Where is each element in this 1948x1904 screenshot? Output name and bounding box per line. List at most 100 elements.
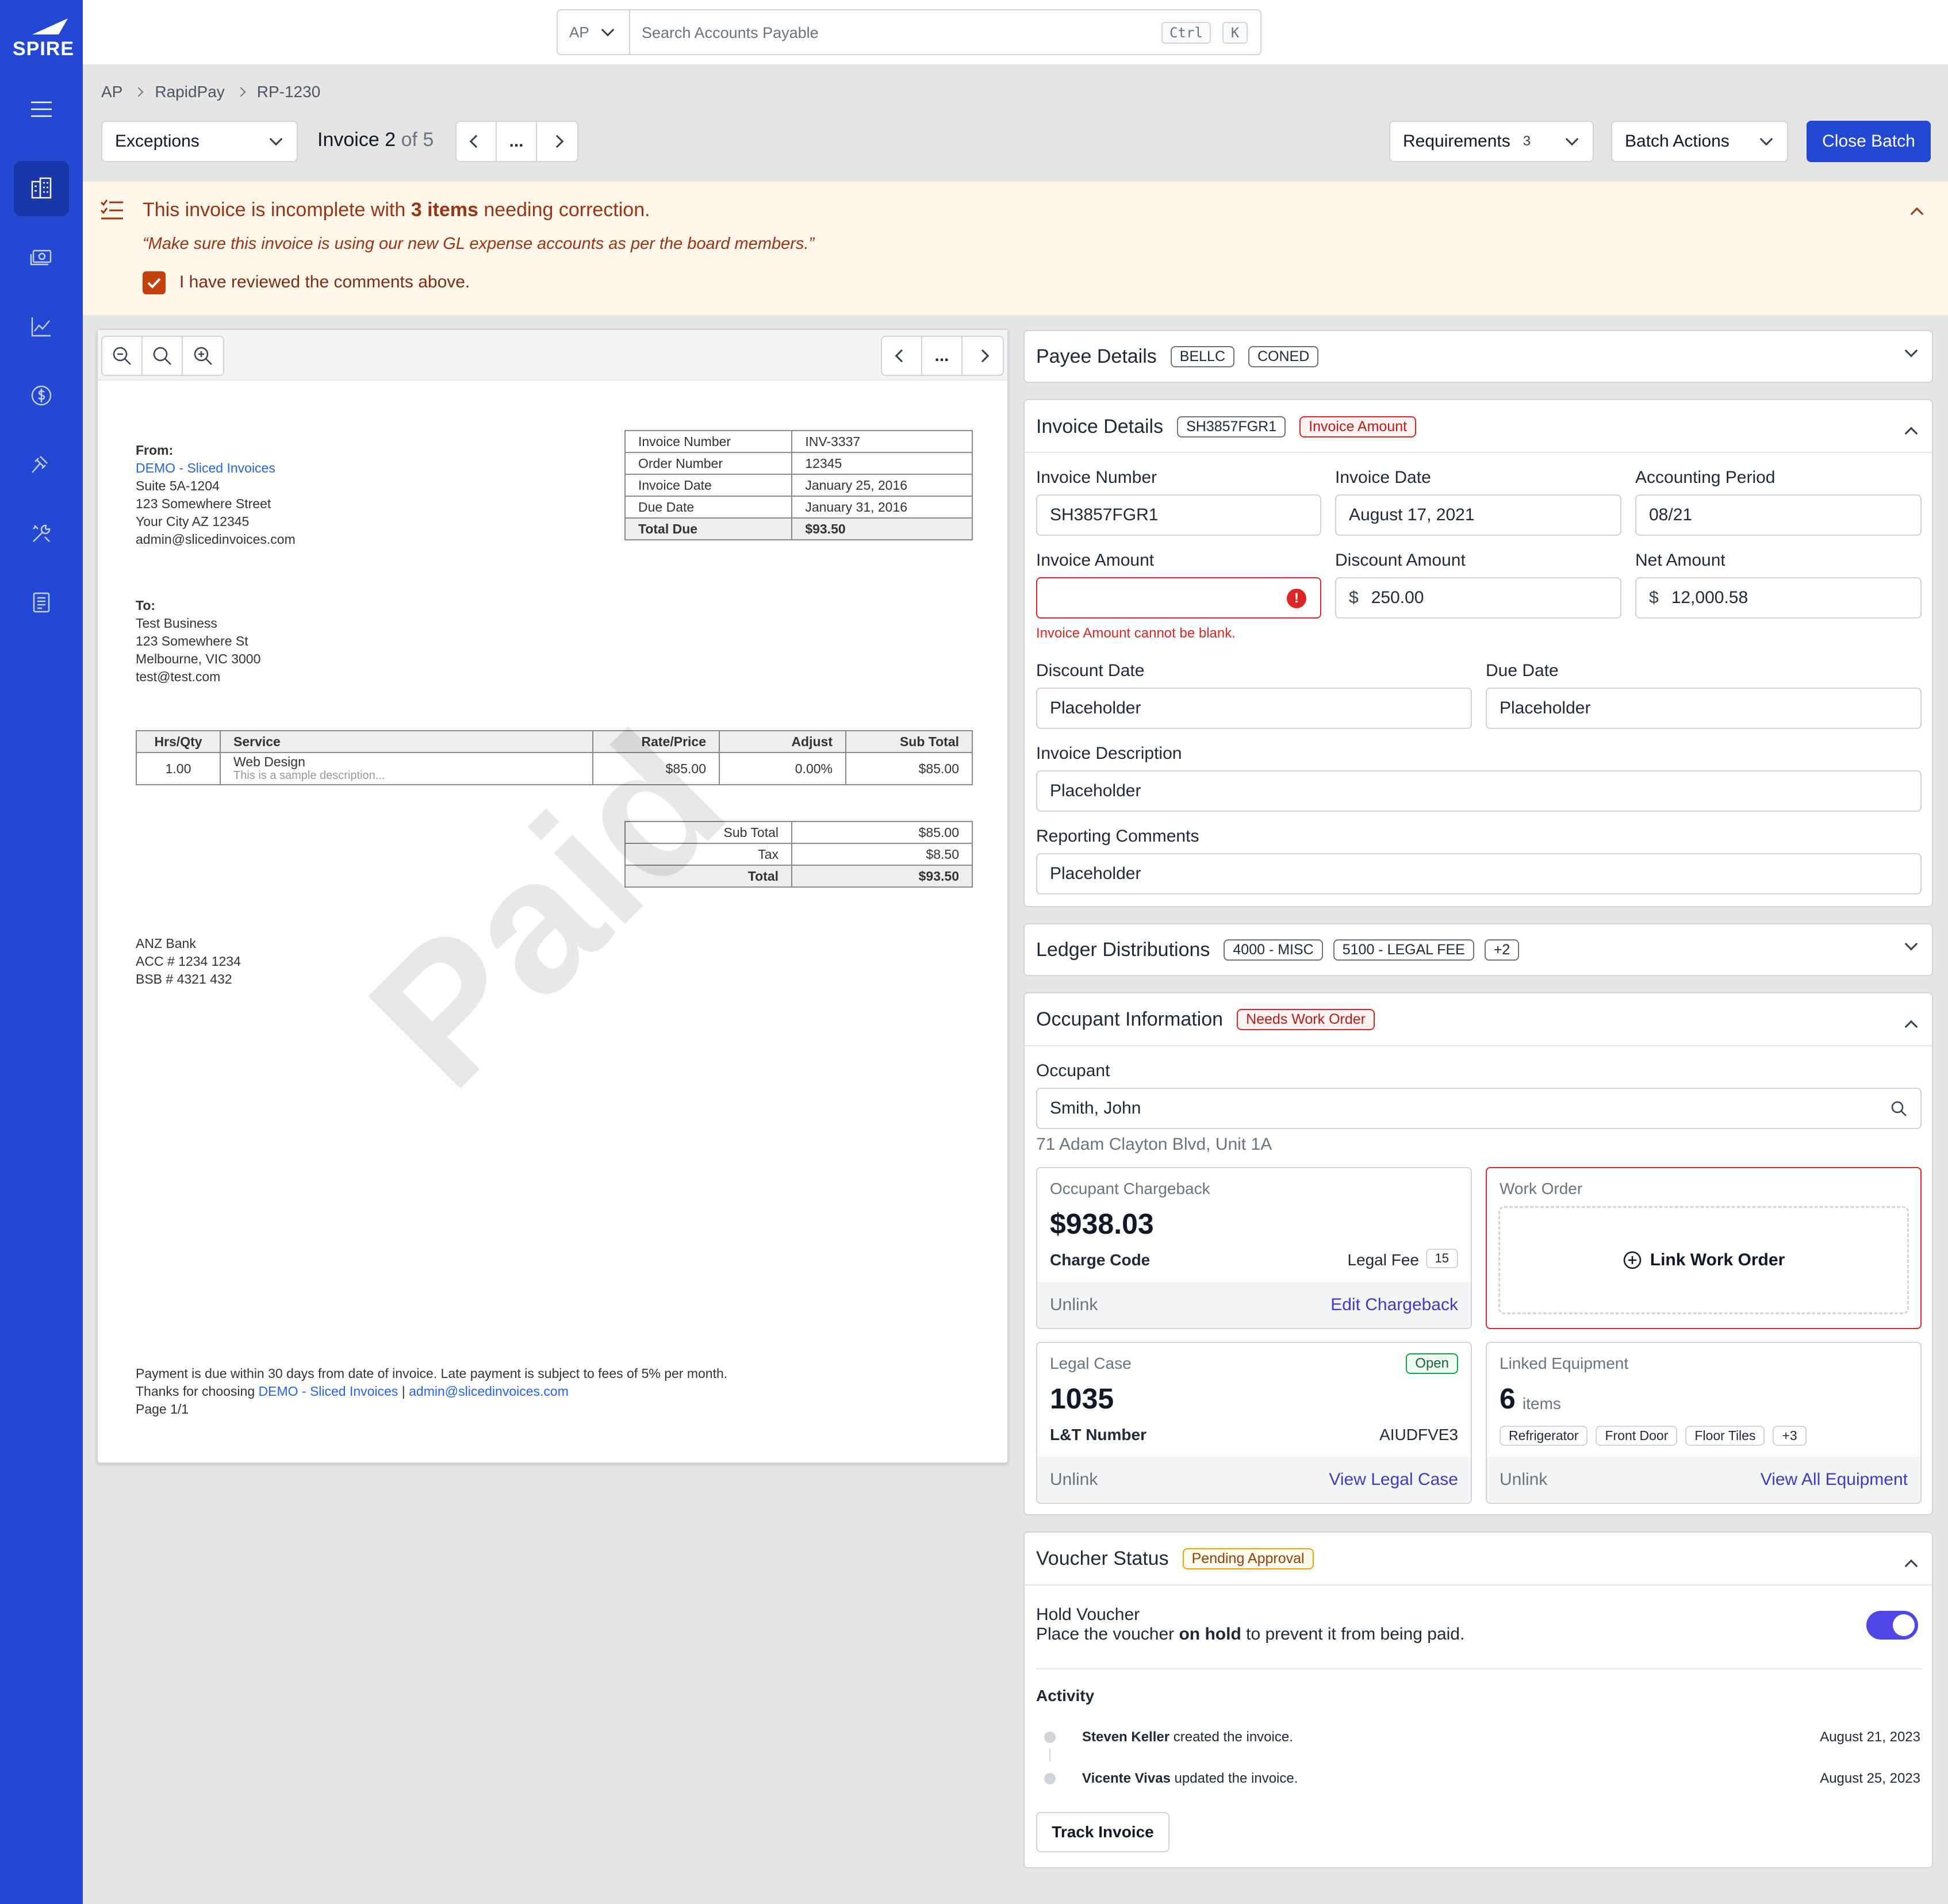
collapse-invoice-details-icon[interactable]	[1904, 427, 1918, 440]
zoom-out-button[interactable]	[102, 337, 143, 375]
dollar-icon[interactable]	[14, 368, 69, 423]
invoice-number-tag: SH3857FGR1	[1177, 416, 1286, 437]
payee-tag: CONED	[1248, 346, 1319, 367]
prev-page-button[interactable]	[882, 337, 922, 375]
doc-footer-email[interactable]: admin@slicedinvoices.com	[409, 1384, 569, 1399]
close-batch-button[interactable]: Close Batch	[1807, 121, 1931, 162]
discount-date-value: Placeholder	[1050, 698, 1141, 717]
view-legal-case-link[interactable]: View Legal Case	[1329, 1470, 1458, 1490]
gavel-icon[interactable]	[14, 437, 69, 492]
link-work-order-label: Link Work Order	[1650, 1250, 1785, 1269]
net-amount-field[interactable]: $12,000.58	[1635, 577, 1922, 619]
reporting-comments-field[interactable]: Placeholder	[1036, 853, 1922, 895]
invoice-pager: ...	[455, 121, 578, 162]
track-invoice-button[interactable]: Track Invoice	[1036, 1812, 1169, 1852]
payee-tag: BELLC	[1170, 346, 1234, 367]
discount-amount-label: Discount Amount	[1335, 551, 1466, 570]
invoice-description-field[interactable]: Placeholder	[1036, 770, 1922, 812]
filter-select[interactable]: Exceptions	[101, 121, 298, 162]
divider	[1036, 1668, 1922, 1669]
link-work-order-button[interactable]: Link Work Order	[1498, 1206, 1909, 1314]
more-button[interactable]: ...	[497, 122, 537, 161]
chart-icon[interactable]	[14, 299, 69, 354]
unlink-legal-case-button[interactable]: Unlink	[1050, 1470, 1098, 1490]
collapse-occupant-icon[interactable]	[1904, 1020, 1918, 1034]
activity-date: August 25, 2023	[1820, 1771, 1920, 1786]
doc-from-line: admin@slicedinvoices.com	[136, 532, 296, 547]
doc-to-line: 123 Somewhere St	[136, 634, 248, 648]
zoom-in-button[interactable]	[183, 337, 223, 375]
chevron-right-icon	[236, 87, 246, 97]
accounting-period-label: Accounting Period	[1635, 468, 1776, 487]
chargeback-footer: Unlink Edit Chargeback	[1037, 1282, 1471, 1328]
invoice-counter: Invoice 2 of 5	[317, 129, 434, 151]
menu-icon[interactable]	[14, 82, 69, 137]
requirements-dropdown[interactable]: Requirements 3	[1389, 121, 1594, 162]
batch-actions-dropdown[interactable]: Batch Actions	[1611, 121, 1788, 162]
invoice-amount-error-tag: Invoice Amount	[1299, 416, 1417, 437]
doc-from-name[interactable]: DEMO - Sliced Invoices	[136, 460, 275, 475]
lt-number-label: L&T Number	[1050, 1426, 1146, 1444]
zoom-reset-button[interactable]	[143, 337, 183, 375]
discount-date-label: Discount Date	[1036, 661, 1145, 680]
unlink-equipment-button[interactable]: Unlink	[1500, 1470, 1547, 1490]
payee-details-card[interactable]: Payee Details BELLC CONED	[1023, 330, 1933, 383]
ledger-distributions-card[interactable]: Ledger Distributions 4000 - MISC 5100 - …	[1023, 923, 1933, 976]
search-icon[interactable]	[1889, 1099, 1909, 1119]
doc-meta-row: Invoice Number INV-3337	[624, 430, 973, 453]
equipment-unit: items	[1523, 1395, 1561, 1412]
expand-ledger-icon[interactable]	[1904, 937, 1918, 951]
doc-col-header: Hrs/Qty	[136, 730, 221, 753]
edit-chargeback-link[interactable]: Edit Chargeback	[1330, 1295, 1458, 1315]
discount-date-field[interactable]: Placeholder	[1036, 688, 1472, 729]
reviewed-checkbox[interactable]	[143, 271, 166, 294]
breadcrumb-item: RP-1230	[256, 83, 321, 101]
search-scope-select[interactable]: AP	[558, 10, 630, 54]
activity-item: Vicente Vivas updated the invoice.	[1082, 1771, 1298, 1787]
collapse-voucher-icon[interactable]	[1904, 1559, 1918, 1573]
accounting-period-field[interactable]: 08/21	[1635, 494, 1922, 536]
ledger-more-tag: +2	[1484, 939, 1520, 961]
next-page-button[interactable]	[963, 337, 1003, 375]
invoice-date-field[interactable]: August 17, 2021	[1335, 494, 1621, 536]
logo-text: SPIRE	[13, 38, 75, 60]
page-more-button[interactable]: ...	[922, 337, 963, 375]
invoice-number-field[interactable]: SH3857FGR1	[1036, 494, 1321, 536]
zoom-out-icon	[113, 347, 131, 365]
tools-icon[interactable]	[14, 506, 69, 561]
cash-icon[interactable]	[14, 230, 69, 285]
occupant-search-field[interactable]: Smith, John	[1036, 1088, 1922, 1129]
discount-amount-field[interactable]: $250.00	[1335, 577, 1621, 619]
global-search[interactable]: AP Search Accounts Payable Ctrl K	[557, 9, 1261, 55]
document-viewer: ... From: DEMO - Sliced Invoices Suite 5…	[97, 329, 1008, 1464]
equipment-tag: Floor Tiles	[1685, 1426, 1765, 1446]
doc-page-number: Page 1/1	[136, 1402, 189, 1417]
next-invoice-button[interactable]	[537, 122, 577, 161]
doc-item-subtotal: $85.00	[845, 752, 973, 785]
document-icon[interactable]	[14, 575, 69, 630]
invoice-amount-field[interactable]: !	[1036, 577, 1321, 619]
equipment-tag: Refrigerator	[1500, 1426, 1588, 1446]
doc-meta-label: Total Due	[624, 517, 793, 540]
breadcrumb-item[interactable]: AP	[101, 83, 122, 101]
breadcrumb-item[interactable]: RapidPay	[155, 83, 224, 101]
doc-meta-label: Order Number	[624, 452, 793, 475]
prev-invoice-button[interactable]	[457, 122, 497, 161]
search-input[interactable]: Search Accounts Payable	[642, 24, 819, 42]
collapse-banner-icon[interactable]	[1910, 207, 1924, 221]
view-all-equipment-link[interactable]: View All Equipment	[1761, 1470, 1908, 1490]
spire-logo[interactable]: SPIRE	[13, 17, 74, 60]
doc-footer-link[interactable]: DEMO - Sliced Invoices	[259, 1384, 398, 1399]
hold-voucher-toggle[interactable]	[1866, 1611, 1918, 1640]
unlink-chargeback-button[interactable]: Unlink	[1050, 1295, 1098, 1315]
expand-payee-icon[interactable]	[1904, 344, 1918, 358]
timeline-dot	[1044, 1773, 1056, 1784]
viewer-toolbar: ...	[98, 330, 1007, 381]
occupant-header: Occupant Information Needs Work Order	[1036, 993, 1375, 1045]
due-date-field[interactable]: Placeholder	[1486, 688, 1922, 729]
buildings-icon[interactable]	[14, 161, 69, 216]
doc-to-line: Test Business	[136, 616, 217, 631]
legal-case-panel: Legal Case Open 1035 L&T Number AIUDFVE3…	[1036, 1342, 1472, 1504]
logo-mark-icon	[32, 18, 68, 34]
doc-meta-row: Total Due $93.50	[624, 517, 973, 540]
